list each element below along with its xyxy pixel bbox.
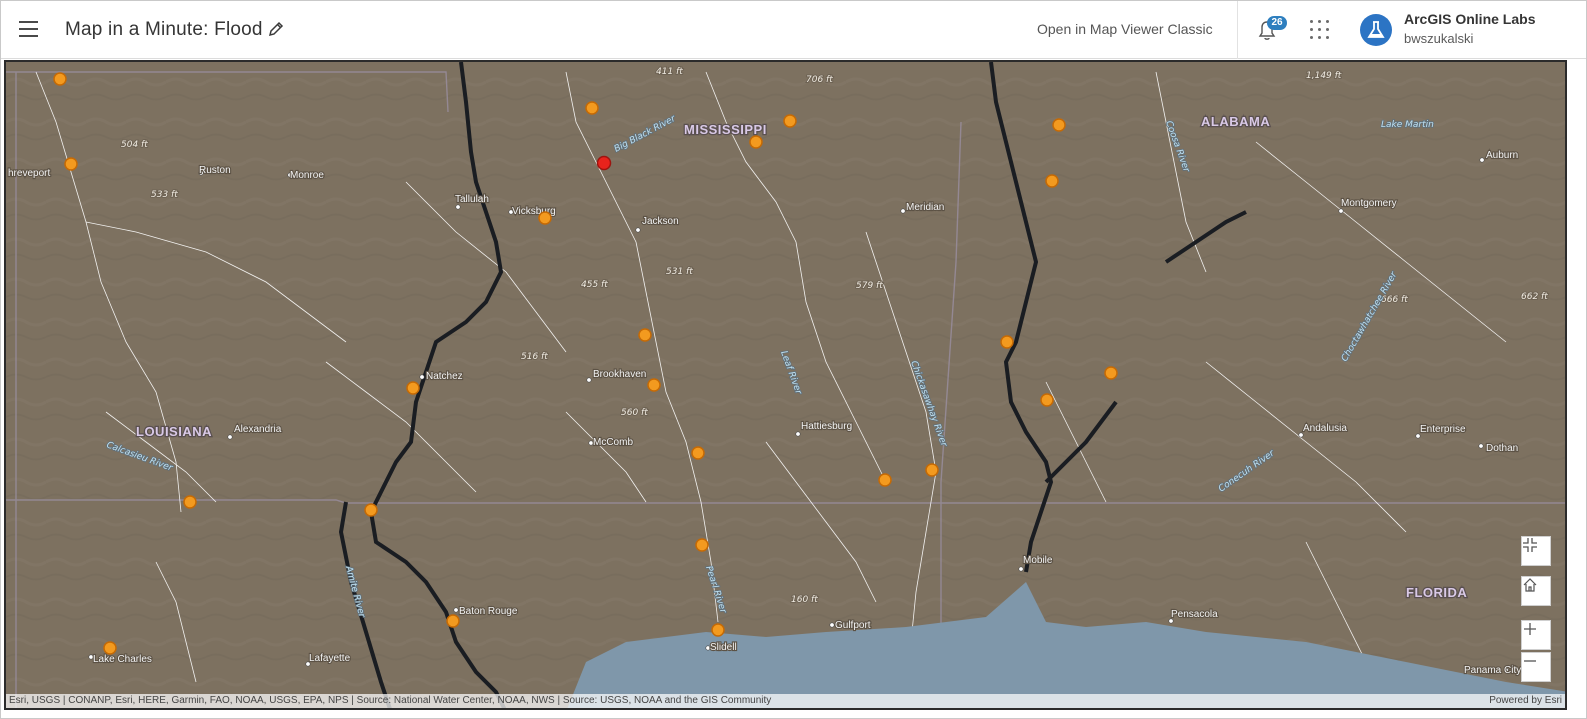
gauge-point[interactable] xyxy=(1000,335,1014,349)
map-view[interactable]: 411 ft 706 ft 1,149 ft 504 ft 533 ft 531… xyxy=(4,60,1567,710)
gauge-point[interactable] xyxy=(647,378,661,392)
pencil-icon[interactable] xyxy=(266,19,286,39)
city-label: Ruston xyxy=(199,165,231,176)
city-label: Monroe xyxy=(290,170,324,181)
city-label: Lafayette xyxy=(309,653,351,664)
gauge-point[interactable] xyxy=(925,463,939,477)
gauge-point[interactable] xyxy=(406,381,420,395)
map-title: Map in a Minute: Flood xyxy=(65,19,263,40)
basemap-svg: 411 ft 706 ft 1,149 ft 504 ft 533 ft 531… xyxy=(6,62,1565,708)
gauge-point[interactable] xyxy=(64,157,78,171)
powered-by-link[interactable]: Powered by Esri xyxy=(1489,694,1562,708)
state-label: MISSISSIPPI xyxy=(684,122,767,137)
open-classic-link[interactable]: Open in Map Viewer Classic xyxy=(1037,21,1213,37)
app-grid-icon[interactable] xyxy=(1308,18,1332,42)
home-icon[interactable] xyxy=(1521,576,1551,606)
elevation-label: 516 ft xyxy=(521,352,548,362)
flask-icon[interactable] xyxy=(1360,14,1392,46)
city-label: Auburn xyxy=(1486,150,1518,161)
city-label: Dothan xyxy=(1486,443,1518,454)
city-label: Jackson xyxy=(642,216,679,227)
state-label: FLORIDA xyxy=(1406,585,1467,600)
city-label: Hattiesburg xyxy=(801,421,852,432)
gauge-point[interactable] xyxy=(1040,393,1054,407)
city-label: Panama City xyxy=(1464,665,1521,676)
land-area xyxy=(6,62,1565,708)
gauge-point[interactable] xyxy=(183,495,197,509)
header-divider xyxy=(1237,1,1238,59)
city-label: Gulfport xyxy=(835,620,871,631)
elevation-label: 560 ft xyxy=(621,408,648,418)
state-label: ALABAMA xyxy=(1201,114,1270,129)
gauge-point[interactable] xyxy=(1052,118,1066,132)
city-label: Enterprise xyxy=(1420,424,1466,435)
gauge-point[interactable] xyxy=(695,538,709,552)
city-label: Natchez xyxy=(426,371,463,382)
city-label: Tallulah xyxy=(455,194,489,205)
gauge-point[interactable] xyxy=(53,72,67,86)
city-label: Andalusia xyxy=(1303,423,1347,434)
city-label: Montgomery xyxy=(1341,198,1397,209)
elevation-label: 662 ft xyxy=(1521,292,1548,302)
elevation-label: 160 ft xyxy=(791,595,818,605)
gauge-point[interactable] xyxy=(585,101,599,115)
elevation-label: 579 ft xyxy=(856,281,883,291)
city-label: Slidell xyxy=(710,642,737,653)
city-label: Lake Charles xyxy=(93,654,152,665)
water-label: Lake Martin xyxy=(1381,120,1434,130)
plus-icon[interactable] xyxy=(1521,620,1551,650)
gauge-point[interactable] xyxy=(638,328,652,342)
gauge-point[interactable] xyxy=(1045,174,1059,188)
elevation-label: 504 ft xyxy=(121,140,148,150)
state-label: LOUISIANA xyxy=(136,424,212,439)
city-label: hreveport xyxy=(8,168,50,179)
org-name[interactable]: ArcGIS Online Labs xyxy=(1404,11,1535,27)
gauge-point[interactable] xyxy=(878,473,892,487)
gauge-point[interactable] xyxy=(1104,366,1118,380)
city-label: McComb xyxy=(593,437,633,448)
city-label: Brookhaven xyxy=(593,369,646,380)
gauge-point[interactable] xyxy=(538,211,552,225)
city-label: Pensacola xyxy=(1171,609,1218,620)
username[interactable]: bwszukalski xyxy=(1404,31,1473,46)
city-label: Baton Rouge xyxy=(459,606,518,617)
elevation-label: 531 ft xyxy=(666,267,693,277)
attribution-text[interactable]: Esri, USGS | CONANP, Esri, HERE, Garmin,… xyxy=(9,695,771,706)
gauge-point[interactable] xyxy=(103,641,117,655)
map-attribution[interactable]: Esri, USGS | CONANP, Esri, HERE, Garmin,… xyxy=(6,694,1565,708)
elevation-label: 533 ft xyxy=(151,190,178,200)
gauge-point[interactable] xyxy=(364,503,378,517)
gauge-point[interactable] xyxy=(783,114,797,128)
gauge-point[interactable] xyxy=(446,614,460,628)
collapse-icon[interactable] xyxy=(1521,536,1551,566)
city-label: Meridian xyxy=(906,202,944,213)
city-label: Alexandria xyxy=(234,424,282,435)
gauge-point[interactable] xyxy=(691,446,705,460)
elevation-label: 706 ft xyxy=(806,75,833,85)
minus-icon[interactable] xyxy=(1521,652,1551,682)
map-viewer-app: Map in a Minute: Flood Open in Map Viewe… xyxy=(0,0,1587,719)
elevation-label: 411 ft xyxy=(656,67,683,77)
notification-badge: 26 xyxy=(1267,16,1287,30)
elevation-label: 455 ft xyxy=(581,280,608,290)
gauge-point[interactable] xyxy=(711,623,725,637)
gauge-point[interactable] xyxy=(749,135,763,149)
menu-icon[interactable] xyxy=(17,18,41,40)
city-label: Mobile xyxy=(1023,555,1053,566)
elevation-label: 1,149 ft xyxy=(1306,71,1342,81)
gauge-point-major[interactable] xyxy=(596,155,612,171)
app-header: Map in a Minute: Flood Open in Map Viewe… xyxy=(1,1,1586,59)
